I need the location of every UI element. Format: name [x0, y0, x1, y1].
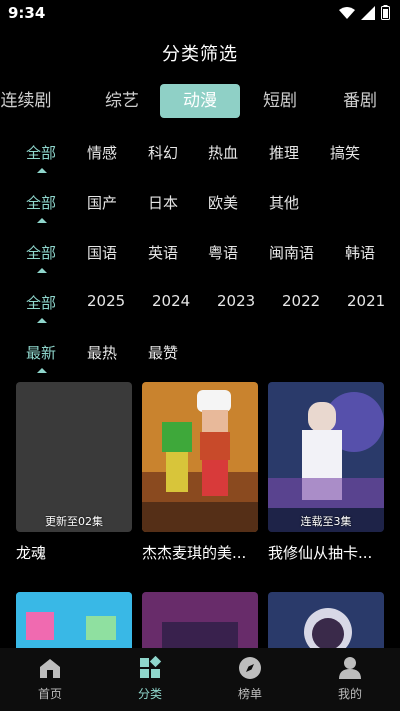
- tab-anime[interactable]: 动漫: [160, 84, 240, 118]
- battery-icon: [381, 5, 390, 20]
- filter-year-all[interactable]: 全部: [26, 292, 56, 313]
- poster-image[interactable]: [142, 382, 258, 532]
- card-title[interactable]: 龙魂: [16, 542, 132, 563]
- poster-art: [268, 382, 384, 532]
- sort-newest[interactable]: 最新: [26, 342, 56, 363]
- poster-placeholder[interactable]: 更新至02集: [16, 382, 132, 532]
- filter-genre-comedy[interactable]: 搞笑: [330, 142, 360, 163]
- filter-language-all[interactable]: 全部: [26, 242, 56, 263]
- filter-year-2021[interactable]: 2021: [347, 292, 385, 310]
- filter-genre-action[interactable]: 热血: [208, 142, 238, 163]
- filter-year-2022[interactable]: 2022: [282, 292, 320, 310]
- filter-region-west[interactable]: 欧美: [208, 192, 238, 213]
- card-title[interactable]: 我修仙从抽卡...: [268, 542, 384, 563]
- poster-art: [142, 592, 258, 652]
- nav-profile[interactable]: 我的: [310, 656, 390, 702]
- tab-bangumi[interactable]: 番剧: [320, 84, 400, 118]
- episode-badge: 连载至3集: [300, 515, 352, 528]
- filter-row-year: 全部 2025 2024 2023 2022 2021: [0, 292, 400, 332]
- nav-label: 分类: [137, 687, 162, 701]
- nav-label: 首页: [37, 687, 62, 701]
- compass-icon: [239, 657, 261, 679]
- selected-caret-icon: [37, 368, 47, 373]
- filter-row-language: 全部 国语 英语 粤语 闽南语 韩语: [0, 242, 400, 282]
- filter-year-2024[interactable]: 2024: [152, 292, 190, 310]
- status-icons: [339, 5, 390, 20]
- page-title: 分类筛选: [162, 44, 238, 65]
- grid-icon: [140, 656, 162, 678]
- poster-image[interactable]: 连载至3集: [268, 382, 384, 532]
- nav-ranking[interactable]: 榜单: [210, 656, 290, 702]
- filter-language-minnan[interactable]: 闽南语: [269, 242, 314, 263]
- nav-label: 榜单: [237, 687, 262, 701]
- nav-label: 我的: [337, 687, 362, 701]
- poster-image[interactable]: [268, 592, 384, 652]
- tab-series[interactable]: 连续剧: [0, 84, 66, 118]
- category-tabs: 连续剧 综艺 动漫 短剧 番剧: [0, 84, 400, 120]
- user-icon: [339, 657, 361, 679]
- filter-region-other[interactable]: 其他: [269, 192, 299, 213]
- selected-caret-icon: [37, 218, 47, 223]
- poster-image[interactable]: [142, 592, 258, 652]
- poster-art: [142, 382, 258, 532]
- home-icon: [40, 659, 60, 678]
- filter-language-cantonese[interactable]: 粤语: [208, 242, 238, 263]
- filter-year-2023[interactable]: 2023: [217, 292, 255, 310]
- filter-language-korean[interactable]: 韩语: [345, 242, 375, 263]
- filter-genre-emotion[interactable]: 情感: [87, 142, 117, 163]
- selected-caret-icon: [37, 268, 47, 273]
- poster-art: [16, 592, 132, 652]
- nav-category[interactable]: 分类: [110, 656, 190, 702]
- filter-language-mandarin[interactable]: 国语: [87, 242, 117, 263]
- poster-image[interactable]: [16, 592, 132, 652]
- card-title[interactable]: 杰杰麦琪的美...: [142, 542, 258, 563]
- signal-icon: [361, 5, 375, 20]
- filter-genre-all[interactable]: 全部: [26, 142, 56, 163]
- selected-caret-icon: [37, 168, 47, 173]
- episode-badge: 更新至02集: [45, 515, 103, 528]
- selected-caret-icon: [37, 318, 47, 323]
- filter-genre-scifi[interactable]: 科幻: [148, 142, 178, 163]
- nav-home[interactable]: 首页: [10, 656, 90, 702]
- status-time: 9:34: [8, 4, 46, 22]
- filter-region-japan[interactable]: 日本: [148, 192, 178, 213]
- sort-hottest[interactable]: 最热: [87, 342, 117, 363]
- tab-variety[interactable]: 综艺: [82, 84, 162, 118]
- status-bar: 9:34: [0, 0, 400, 28]
- filter-genre-mystery[interactable]: 推理: [269, 142, 299, 163]
- filter-row-sort: 最新 最热 最赞: [0, 342, 400, 382]
- filter-row-region: 全部 国产 日本 欧美 其他: [0, 192, 400, 232]
- bottom-navigation: 首页 分类 榜单 我的: [0, 648, 400, 711]
- poster-art: [268, 592, 384, 652]
- filter-row-genre: 全部 情感 科幻 热血 推理 搞笑: [0, 142, 400, 182]
- filter-language-english[interactable]: 英语: [148, 242, 178, 263]
- filter-region-china[interactable]: 国产: [87, 192, 117, 213]
- filter-year-2025[interactable]: 2025: [87, 292, 125, 310]
- wifi-icon: [339, 6, 355, 19]
- tab-short-drama[interactable]: 短剧: [240, 84, 320, 118]
- filter-region-all[interactable]: 全部: [26, 192, 56, 213]
- sort-most-liked[interactable]: 最赞: [148, 342, 178, 363]
